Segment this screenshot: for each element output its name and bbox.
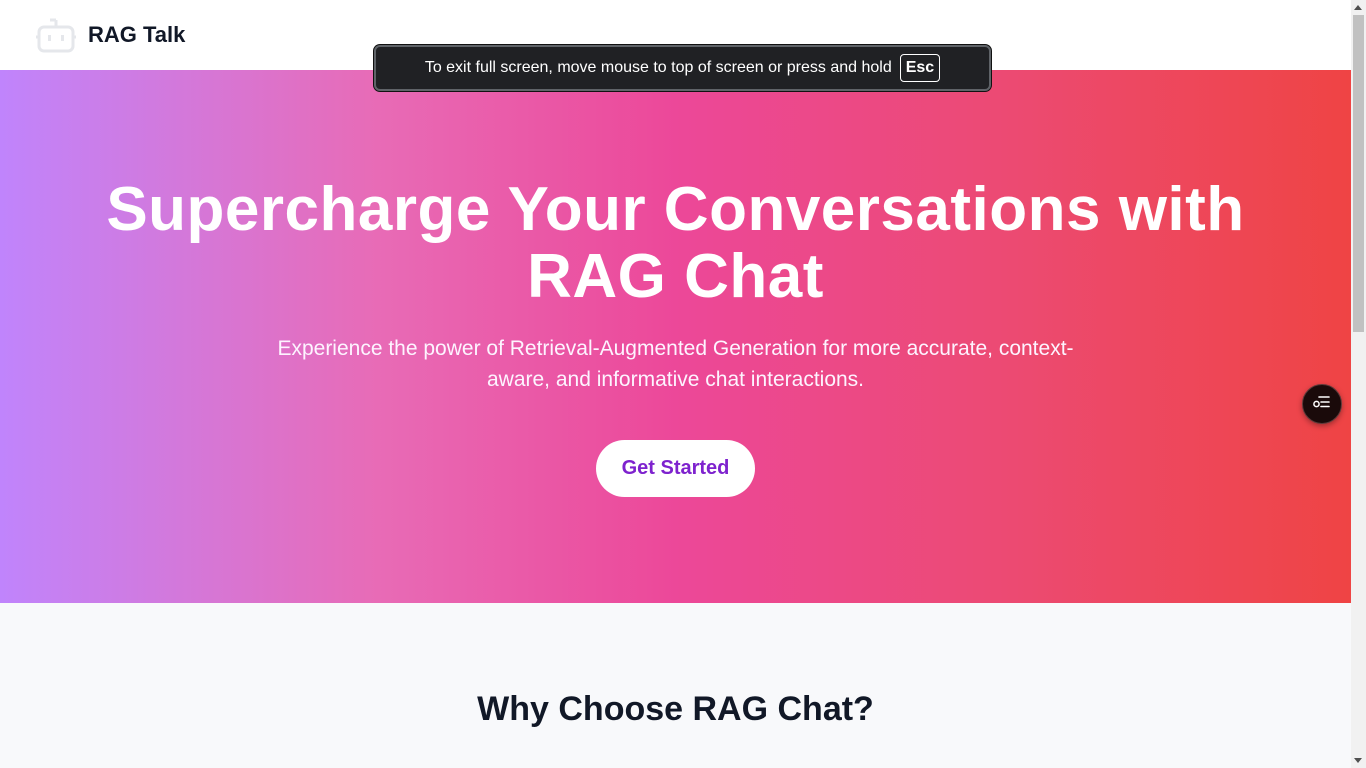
- vertical-scrollbar[interactable]: [1351, 0, 1366, 768]
- hero-title: Supercharge Your Conversations with RAG …: [106, 175, 1245, 311]
- scrollbar-thumb[interactable]: [1353, 15, 1364, 332]
- get-started-button[interactable]: Get Started: [596, 440, 755, 497]
- chat-widget-button[interactable]: [1302, 384, 1342, 424]
- fullscreen-exit-notice: To exit full screen, move mouse to top o…: [374, 45, 991, 91]
- features-title: Why Choose RAG Chat?: [477, 690, 874, 728]
- hero-subtitle: Experience the power of Retrieval-Augmen…: [277, 337, 1074, 391]
- fullscreen-notice-text: To exit full screen, move mouse to top o…: [424, 59, 892, 76]
- page: RAG Talk Supercharge Your Conversations …: [0, 0, 1351, 768]
- brand-name[interactable]: RAG Talk: [88, 22, 185, 48]
- hero-section: Supercharge Your Conversations with RAG …: [0, 70, 1351, 603]
- robot-icon[interactable]: [36, 17, 76, 53]
- esc-key-badge: Esc: [899, 54, 941, 82]
- scroll-down-icon[interactable]: [1354, 758, 1362, 763]
- scroll-up-icon[interactable]: [1354, 5, 1362, 10]
- chat-list-icon: [1312, 393, 1332, 416]
